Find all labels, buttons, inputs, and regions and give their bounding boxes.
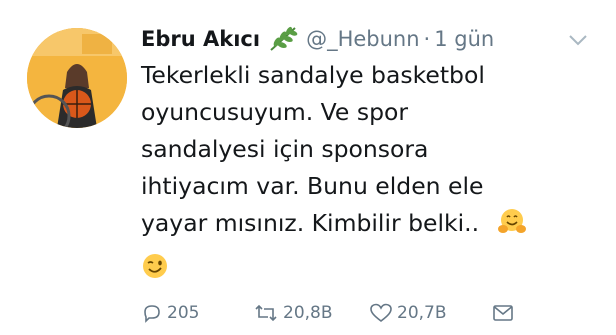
avatar[interactable] <box>27 28 127 128</box>
retweet-count: 20,8B <box>283 303 333 323</box>
display-name[interactable]: Ebru Akıcı <box>141 27 260 51</box>
herb-leaf-icon <box>268 26 298 52</box>
reply-count: 205 <box>167 303 200 323</box>
tweet-text-line: oyuncusuyum. Ve spor <box>141 98 409 126</box>
retweet-icon <box>255 304 277 322</box>
tweet-text-line: Tekerlekli sandalye basketbol <box>141 61 485 89</box>
tweet-text-line-last: yayar mısınız. Kimbilir belki.. <box>141 205 571 248</box>
envelope-icon <box>493 305 513 321</box>
hugging-face-emoji <box>497 207 527 248</box>
winking-face-emoji <box>141 252 169 291</box>
tweet-actions: 205 20,8B 20,7B <box>141 302 581 328</box>
tweet-card[interactable]: Ebru Akıcı @_Hebunn · 1 gün Tekerlekli s… <box>0 0 616 335</box>
reply-button[interactable]: 205 <box>141 302 199 324</box>
avatar-photo <box>27 28 127 128</box>
emoji-row <box>141 248 571 285</box>
tweet-text: Tekerlekli sandalye basketbol oyuncusuyu… <box>141 57 571 285</box>
tweet-timestamp[interactable]: 1 gün <box>434 27 494 51</box>
tweet-text-line: yayar mısınız. Kimbilir belki.. <box>141 209 480 237</box>
like-button[interactable]: 20,7B <box>369 302 447 324</box>
retweet-button[interactable]: 20,8B <box>253 302 333 324</box>
direct-message-button[interactable] <box>491 302 519 324</box>
separator-dot: · <box>423 27 431 51</box>
tweet-text-line: ihtiyacım var. Bunu elden ele <box>141 172 484 200</box>
tweet-text-line: sandalyesi için sponsora <box>141 135 429 163</box>
chevron-down-icon[interactable] <box>568 32 588 46</box>
user-handle[interactable]: @_Hebunn <box>306 27 419 51</box>
like-count: 20,7B <box>397 303 447 323</box>
heart-icon <box>370 303 392 323</box>
reply-icon <box>144 305 160 323</box>
tweet-header: Ebru Akıcı @_Hebunn · 1 gün <box>141 23 581 55</box>
